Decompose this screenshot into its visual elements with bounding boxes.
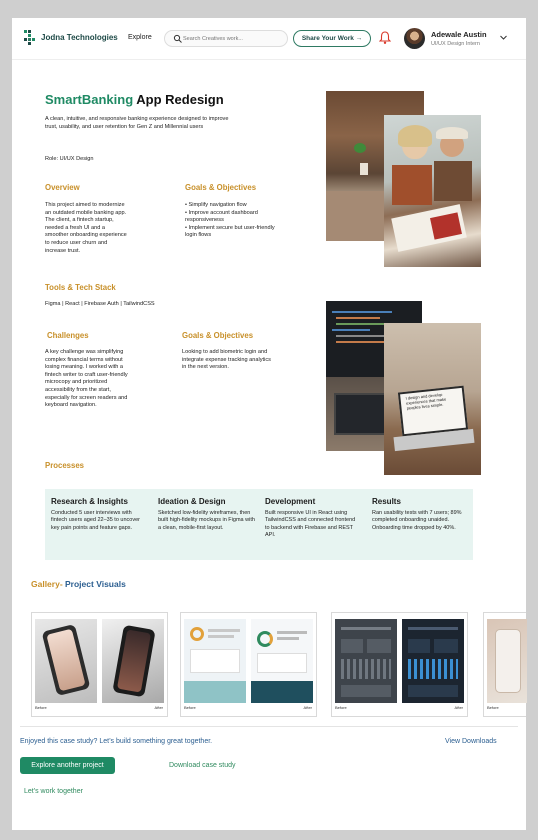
challenges-heading: Challenges: [47, 331, 89, 340]
share-your-work-button[interactable]: Share Your Work →: [293, 30, 371, 47]
search-input[interactable]: [183, 32, 283, 46]
after-label: After: [454, 705, 463, 710]
laptop-photo: I design and develop experiences that ma…: [384, 323, 481, 475]
before-image[interactable]: [335, 619, 397, 703]
goals-list: • Simplify navigation flow • Improve acc…: [185, 202, 275, 240]
process-title: Research & Insights: [51, 497, 128, 506]
process-title: Results: [372, 497, 401, 506]
view-downloads-link[interactable]: View Downloads: [445, 738, 497, 745]
top-navbar: Jodna Technologies Explore Share Your Wo…: [12, 18, 526, 60]
overview-text: This project aimed to modernize an outda…: [45, 202, 127, 254]
chevron-down-icon[interactable]: [499, 33, 508, 42]
search-bar[interactable]: [164, 30, 288, 47]
download-case-study-link[interactable]: Download case study: [169, 762, 236, 769]
project-title: SmartBanking App Redesign: [45, 92, 224, 107]
before-label: Before: [487, 705, 499, 710]
notification-bell-icon[interactable]: [379, 30, 391, 45]
process-title: Development: [265, 497, 316, 506]
after-label: After: [303, 705, 312, 710]
cta-text: Enjoyed this case study? Let’s build som…: [20, 738, 213, 745]
gallery-card[interactable]: Before After: [180, 612, 317, 717]
divider: [20, 726, 518, 727]
before-label: Before: [335, 705, 347, 710]
processes-heading: Processes: [45, 461, 85, 470]
process-research: Research & Insights Conducted 5 user int…: [51, 497, 147, 532]
process-text: Sketched low-fidelity wireframes, then b…: [158, 510, 255, 531]
after-image[interactable]: [402, 619, 464, 703]
gallery-card[interactable]: Before: [483, 612, 527, 717]
project-title-rest: App Redesign: [133, 92, 224, 107]
process-ideation: Ideation & Design Sketched low-fidelity …: [158, 497, 256, 532]
after-label: After: [154, 705, 163, 710]
search-icon: [173, 34, 182, 43]
page-frame: Jodna Technologies Explore Share Your Wo…: [12, 18, 527, 830]
goals-heading: Goals & Objectives: [185, 183, 257, 192]
process-development: Development Built responsive UI in React…: [265, 497, 361, 540]
process-title: Ideation & Design: [158, 497, 226, 506]
process-text: Conducted 5 user interviews with fintech…: [51, 510, 140, 531]
project-title-accent: SmartBanking: [45, 92, 134, 107]
project-description: A clean, intuitive, and responsive banki…: [45, 116, 229, 130]
processes-panel: Research & Insights Conducted 5 user int…: [45, 489, 473, 560]
user-name[interactable]: Adewale Austin: [431, 30, 487, 39]
gallery-card[interactable]: Before After: [331, 612, 468, 717]
user-avatar[interactable]: [404, 28, 425, 49]
before-image[interactable]: [184, 619, 246, 703]
before-image[interactable]: [487, 619, 527, 703]
lets-work-together-link[interactable]: Let's work together: [24, 788, 83, 795]
overview-heading: Overview: [45, 183, 80, 192]
logo-icon[interactable]: [23, 29, 37, 47]
process-results: Results Ran usability tests with 7 users…: [372, 497, 464, 532]
goals-item: • Simplify navigation flow: [185, 202, 247, 208]
after-image[interactable]: [102, 619, 164, 703]
future-goals-heading: Goals & Objectives: [182, 331, 254, 340]
brand-name[interactable]: Jodna Technologies: [41, 33, 118, 42]
explore-another-project-button[interactable]: Explore another project: [20, 757, 115, 774]
process-text: Built responsive UI in React using Tailw…: [265, 510, 356, 539]
goals-item: • Improve account dashboard responsivene…: [185, 209, 258, 224]
gallery-title-rest: Project Visuals: [62, 579, 126, 589]
gallery-title: Gallery- Project Visuals: [31, 579, 126, 589]
goals-item: • Implement secure but user-friendly log…: [185, 224, 275, 239]
tools-text: Figma | React | Firebase Auth | Tailwind…: [45, 301, 155, 307]
tools-heading: Tools & Tech Stack: [45, 283, 116, 292]
before-label: Before: [184, 705, 196, 710]
gallery-card[interactable]: Before After: [31, 612, 168, 717]
challenges-text: A key challenge was simplifying complex …: [45, 349, 128, 409]
case-study-content: SmartBanking App Redesign A clean, intui…: [20, 72, 514, 584]
project-role: Role: UI/UX Design: [45, 156, 94, 162]
team-photo-meeting: [384, 115, 481, 267]
future-goals-text: Looking to add biometric login and integ…: [182, 349, 271, 371]
gallery-title-accent: Gallery-: [31, 579, 63, 589]
before-image[interactable]: [35, 619, 97, 703]
user-role: UI/UX Design Intern: [431, 41, 480, 47]
after-image[interactable]: [251, 619, 313, 703]
before-label: Before: [35, 705, 47, 710]
nav-explore-link[interactable]: Explore: [128, 34, 152, 41]
process-text: Ran usability tests with 7 users; 89% co…: [372, 510, 462, 531]
